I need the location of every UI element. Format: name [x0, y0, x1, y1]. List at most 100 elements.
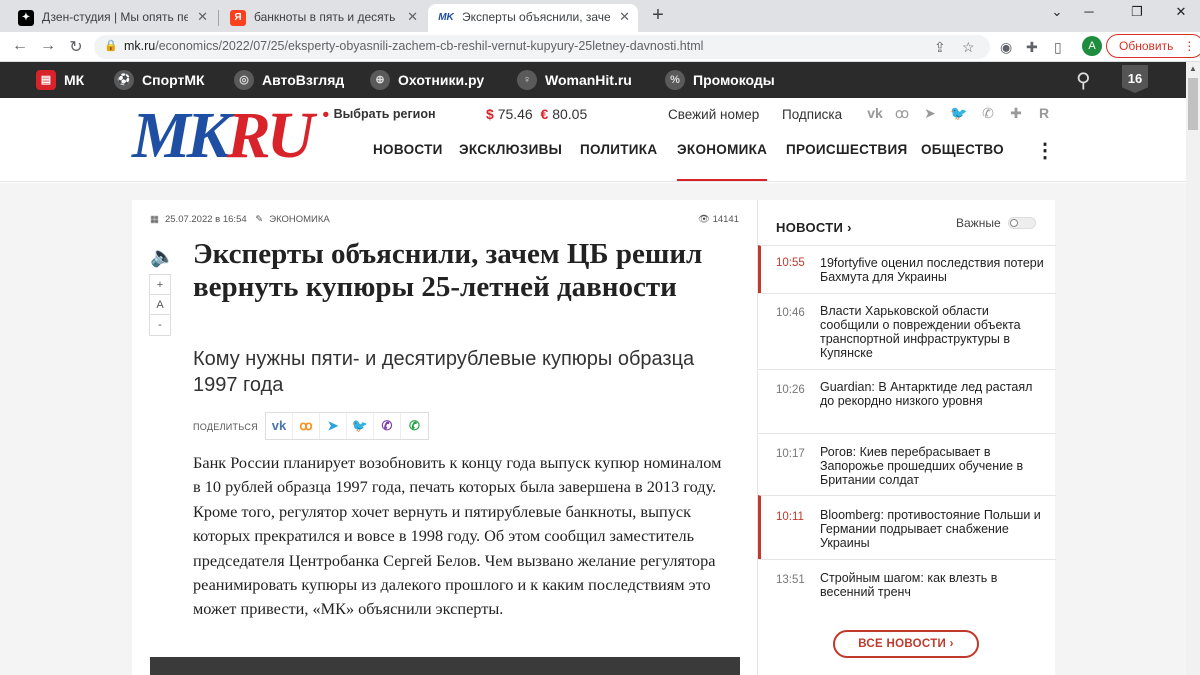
article-rubric[interactable]: ЭКОНОМИКА — [269, 214, 330, 225]
important-toggle[interactable] — [1008, 217, 1036, 229]
article-photo — [150, 657, 740, 675]
sidepanel-icon[interactable]: ▯ — [1054, 39, 1062, 56]
tab-title: Дзен-студия | Мы опять первые — [42, 10, 188, 24]
close-icon[interactable]: ✕ — [407, 4, 418, 30]
news-item[interactable]: 10:46 Власти Харьковской области сообщил… — [758, 293, 1056, 369]
font-decrease-button[interactable]: - — [150, 315, 170, 335]
portal-label: Промокоды — [693, 72, 775, 88]
fresh-issue-link[interactable]: Свежий номер — [668, 107, 759, 122]
font-reset-button[interactable]: A — [150, 295, 170, 315]
dollar-icon: $ — [486, 106, 494, 122]
all-news-label: ВСЕ НОВОСТИ — [858, 638, 947, 650]
important-label: Важные — [956, 216, 1001, 230]
portal-link-avtovzglyad[interactable]: ◎ АвтоВзгляд — [234, 62, 344, 98]
yandex-zen-icon[interactable]: ✚ — [1007, 105, 1025, 122]
chevron-right-icon: › — [949, 638, 954, 650]
address-bar[interactable]: 🔒 mk.ru/economics/2022/07/25/eksperty-ob… — [94, 35, 990, 59]
maximize-button[interactable]: ❐ — [1114, 4, 1160, 20]
browser-tab-bar: ✦ Дзен-студия | Мы опять первые ✕ Я банк… — [0, 0, 1200, 32]
telegram-icon[interactable]: ➤ — [921, 105, 939, 122]
all-news-button[interactable]: ВСЕ НОВОСТИ › — [833, 630, 979, 658]
vk-share-icon[interactable]: vk — [266, 413, 293, 439]
article-subtitle: Кому нужны пяти- и десятирублевые купюры… — [193, 348, 695, 396]
nav-economics[interactable]: ЭКОНОМИКА — [677, 142, 768, 181]
minimize-button[interactable]: ─ — [1066, 4, 1112, 19]
portal-link-sportmk[interactable]: ⚽ СпортМК — [114, 62, 205, 98]
font-size-controls: + A - — [149, 274, 171, 336]
share-icon[interactable]: ⇪ — [934, 39, 946, 56]
news-time: 10:55 — [776, 257, 805, 269]
viber-icon[interactable]: ✆ — [979, 105, 997, 122]
twitter-icon[interactable]: 🐦 — [950, 105, 968, 122]
portal-link-womanhit[interactable]: ♀ WomanHit.ru — [517, 62, 632, 98]
telegram-share-icon[interactable]: ➤ — [320, 413, 347, 439]
tab-yandex[interactable]: Я банкноты в пять и десять рублей ✕ — [220, 4, 426, 32]
news-item[interactable]: 10:17 Рогов: Киев перебрасывает в Запоро… — [758, 433, 1056, 495]
portal-label: АвтоВзгляд — [262, 72, 345, 88]
sidebar-title-text: НОВОСТИ — [776, 220, 844, 235]
forward-button[interactable]: → — [38, 37, 58, 55]
close-window-button[interactable]: ✕ — [1158, 4, 1200, 20]
scrollbar-thumb[interactable] — [1188, 78, 1198, 130]
avatar[interactable]: A — [1082, 36, 1102, 56]
wheel-icon: ◎ — [234, 70, 254, 90]
portal-link-promocodes[interactable]: % Промокоды — [665, 62, 775, 98]
star-icon[interactable]: ☆ — [962, 39, 975, 56]
viber-share-icon[interactable]: ✆ — [374, 413, 401, 439]
close-icon[interactable]: ✕ — [197, 4, 208, 30]
update-label: Обновить — [1119, 39, 1174, 53]
news-item[interactable]: 10:11 Bloomberg: противостояние Польши и… — [758, 495, 1056, 559]
page-scrollbar[interactable]: ▲ — [1186, 62, 1200, 675]
news-time: 10:26 — [776, 384, 805, 396]
more-menu-icon[interactable]: ⋮ — [1035, 138, 1055, 163]
region-selector[interactable]: ● Выбрать регион — [322, 107, 436, 121]
lock-icon: 🔒 — [104, 40, 118, 52]
ok-share-icon[interactable]: ꝏ — [293, 413, 320, 439]
speaker-icon[interactable]: 🔈 — [150, 244, 175, 269]
share-label: ПОДЕЛИТЬСЯ — [193, 422, 258, 432]
portal-link-mk[interactable]: ▤ МК — [36, 62, 84, 98]
sidebar-title[interactable]: НОВОСТИ › — [776, 220, 852, 235]
extension-icon[interactable]: ◉ — [1000, 39, 1012, 56]
puzzle-icon[interactable]: ✚ — [1026, 39, 1038, 56]
share-buttons: vk ꝏ ➤ 🐦 ✆ ✆ — [265, 412, 429, 440]
news-text: Guardian: В Антарктиде лед растаял до ре… — [820, 380, 1033, 408]
whatsapp-share-icon[interactable]: ✆ — [401, 413, 428, 439]
news-item[interactable]: 10:55 19fortyfive оценил последствия пот… — [758, 245, 1056, 293]
nav-incidents[interactable]: ПРОИСШЕСТВИЯ — [786, 142, 907, 157]
nav-politics[interactable]: ПОЛИТИКА — [580, 142, 657, 157]
new-tab-button[interactable]: + — [648, 5, 668, 25]
close-icon[interactable]: ✕ — [619, 4, 630, 30]
news-text: Стройным шагом: как влезть в весенний тр… — [820, 571, 998, 599]
subscription-link[interactable]: Подписка — [782, 107, 842, 122]
usd-rate: 75.46 — [497, 106, 533, 122]
coupon-icon: % — [665, 70, 685, 90]
tab-mk-active[interactable]: MK Эксперты объяснили, зачем ЦБ ✕ — [428, 4, 638, 32]
news-time: 10:17 — [776, 448, 805, 460]
vk-icon[interactable]: vk — [866, 105, 884, 121]
scroll-up-icon[interactable]: ▲ — [1189, 64, 1197, 73]
nav-exclusives[interactable]: ЭКСКЛЮЗИВЫ — [459, 142, 562, 157]
news-item[interactable]: 13:51 Стройным шагом: как влезть в весен… — [758, 559, 1056, 609]
news-time: 13:51 — [776, 574, 805, 586]
update-button[interactable]: Обновить ⋮ — [1106, 34, 1200, 58]
rutube-icon[interactable]: R — [1035, 105, 1053, 121]
toggle-knob — [1010, 219, 1018, 227]
odnoklassniki-icon[interactable]: ꝏ — [893, 105, 911, 122]
reload-button[interactable]: ↻ — [66, 37, 86, 57]
search-icon[interactable]: ⚲ — [1076, 68, 1091, 93]
site-logo[interactable]: MKRU — [132, 103, 314, 169]
calendar-icon: ▦ — [150, 214, 159, 225]
tab-dzen[interactable]: ✦ Дзен-студия | Мы опять первые ✕ — [8, 4, 216, 32]
nav-news[interactable]: НОВОСТИ — [373, 142, 443, 157]
font-increase-button[interactable]: + — [150, 275, 170, 295]
chevron-right-icon: › — [847, 220, 852, 235]
nav-society[interactable]: ОБЩЕСТВО — [921, 142, 1004, 157]
twitter-share-icon[interactable]: 🐦 — [347, 413, 374, 439]
news-item[interactable]: 10:26 Guardian: В Антарктиде лед растаял… — [758, 369, 1056, 433]
portal-link-ohotniki[interactable]: ⊕ Охотники.ру — [370, 62, 484, 98]
news-text: Рогов: Киев перебрасывает в Запорожье пр… — [820, 445, 1024, 487]
article-title: Эксперты объяснили, зачем ЦБ решил верну… — [193, 238, 703, 303]
back-button[interactable]: ← — [10, 37, 30, 55]
logo-ru: RU — [226, 99, 315, 172]
